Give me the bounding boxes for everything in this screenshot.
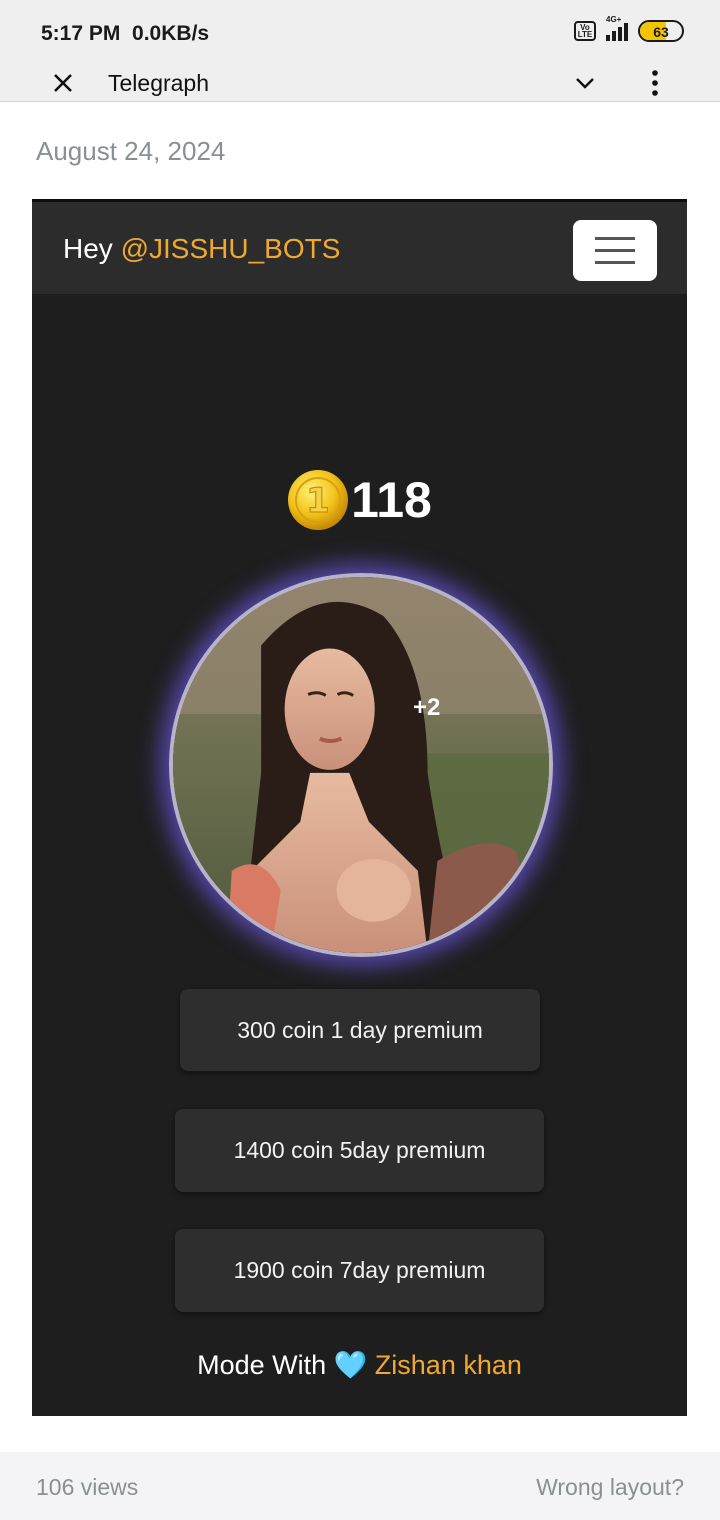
promo-card: Hey @JISSHU_BOTS 1 118 +2 300 coin 1 day… <box>32 199 687 1416</box>
page-footer: 106 views Wrong layout? <box>0 1452 720 1520</box>
status-time: 5:17 PM 0.0KB/s <box>41 22 209 46</box>
greeting-prefix: Hey <box>63 233 121 264</box>
signal-icon: 4G+ <box>606 15 628 41</box>
network-speed: 0.0KB/s <box>132 22 210 45</box>
greeting: Hey @JISSHU_BOTS <box>63 233 340 265</box>
username: @JISSHU_BOTS <box>120 233 341 264</box>
browser-title: Telegraph <box>108 70 210 96</box>
credit-prefix: Mode With <box>197 1350 334 1380</box>
battery-level: 63 <box>653 24 669 40</box>
svg-text:1: 1 <box>306 481 330 521</box>
plan-button-5-day[interactable]: 1400 coin 5day premium <box>175 1109 544 1192</box>
coin-count: 118 <box>351 472 432 528</box>
plus-count-badge: +2 <box>413 694 441 721</box>
hamburger-line <box>595 249 635 252</box>
chevron-down-icon[interactable] <box>574 72 596 94</box>
battery-icon: 63 <box>638 20 684 42</box>
browser-bar: Telegraph <box>0 62 720 102</box>
avatar[interactable] <box>169 573 553 957</box>
plan-button-1-day[interactable]: 300 coin 1 day premium <box>180 989 540 1071</box>
coin-icon: 1 <box>288 470 349 530</box>
credit-author[interactable]: Zishan khan <box>375 1350 522 1380</box>
coin-balance: 1 118 <box>32 469 687 531</box>
close-icon[interactable] <box>52 72 74 94</box>
avatar-photo <box>173 577 549 953</box>
status-icons: Vo LTE 4G+ 63 <box>574 15 684 42</box>
status-bar: 5:17 PM 0.0KB/s Vo LTE 4G+ 63 <box>0 0 720 62</box>
credit-line: Mode With 🩵 Zishan khan <box>32 1349 687 1381</box>
view-count: 106 views <box>36 1474 139 1500</box>
clock: 5:17 PM <box>41 22 121 45</box>
wrong-layout-link[interactable]: Wrong layout? <box>536 1474 684 1501</box>
heart-icon: 🩵 <box>333 1350 368 1380</box>
article-date: August 24, 2024 <box>36 136 226 166</box>
network-type: 4G+ <box>606 15 622 24</box>
volte-icon: Vo LTE <box>574 21 596 41</box>
menu-button[interactable] <box>573 220 657 281</box>
card-header: Hey @JISSHU_BOTS <box>32 199 687 294</box>
plan-button-7-day[interactable]: 1900 coin 7day premium <box>175 1229 544 1312</box>
hamburger-line <box>595 261 635 264</box>
more-vert-icon[interactable] <box>645 68 665 98</box>
hamburger-line <box>595 237 635 240</box>
